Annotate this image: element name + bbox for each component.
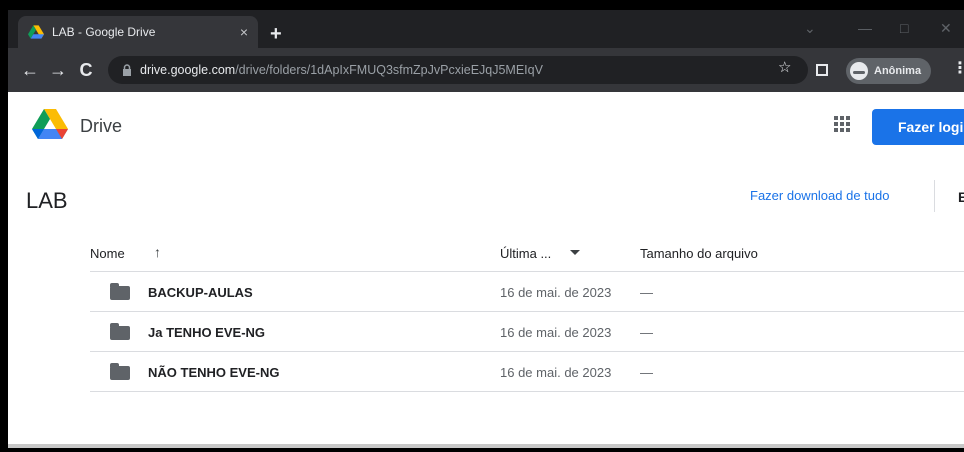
browser-toolbar: ← → C drive.google.com/drive/folders/1dA…	[8, 48, 964, 92]
folder-name[interactable]: Ja TENHO EVE-NG	[148, 325, 265, 340]
sort-up-arrow-icon[interactable]: ↑	[154, 244, 161, 260]
login-button[interactable]: Fazer login	[872, 109, 964, 145]
google-drive-icon	[28, 25, 44, 39]
table-header: Nome ↑ Última ... Tamanho do arquivo	[90, 232, 964, 272]
bookmark-star-icon[interactable]: ☆	[778, 58, 791, 76]
url-path: /drive/folders/1dApIxFMUQ3sfmZpJvPcxieEJ…	[235, 63, 543, 77]
new-tab-button[interactable]: +	[270, 24, 282, 44]
close-window-icon[interactable]: ✕	[940, 20, 952, 37]
modified-date: 16 de mai. de 2023	[500, 285, 612, 300]
folder-name[interactable]: NÃO TENHO EVE-NG	[148, 365, 279, 380]
maximize-icon[interactable]: □	[900, 20, 908, 36]
tab-search-icon[interactable]: ⌄	[804, 20, 816, 37]
file-table: Nome ↑ Última ... Tamanho do arquivo BAC…	[90, 232, 964, 392]
minimize-icon[interactable]: —	[858, 20, 872, 36]
column-name-header[interactable]: Nome	[90, 246, 125, 261]
file-size: —	[640, 325, 653, 340]
google-drive-logo[interactable]	[32, 109, 68, 139]
footer-bar	[8, 444, 964, 448]
incognito-icon	[850, 62, 868, 80]
profile-label: Anônima	[874, 65, 922, 77]
profile-incognito-button[interactable]: Anônima	[846, 58, 932, 84]
column-modified-header[interactable]: Última ...	[500, 246, 551, 261]
folder-title: LAB	[26, 188, 68, 213]
clipped-button-label[interactable]: E	[958, 189, 964, 205]
modified-date: 16 de mai. de 2023	[500, 365, 612, 380]
modified-date: 16 de mai. de 2023	[500, 325, 612, 340]
address-bar[interactable]: drive.google.com/drive/folders/1dApIxFMU…	[108, 56, 808, 84]
drive-header: Drive Fazer login	[8, 92, 964, 156]
forward-icon[interactable]: →	[44, 60, 72, 81]
back-icon[interactable]: ←	[16, 60, 44, 81]
folder-icon	[110, 363, 130, 380]
table-row[interactable]: Ja TENHO EVE-NG 16 de mai. de 2023 —	[90, 312, 964, 352]
folder-icon	[110, 323, 130, 340]
browser-titlebar: LAB - Google Drive × + ⌄ — □ ✕	[8, 10, 964, 48]
file-size: —	[640, 365, 653, 380]
download-all-link[interactable]: Fazer download de tudo	[750, 188, 889, 203]
folder-name[interactable]: BACKUP-AULAS	[148, 285, 253, 300]
drive-app-title: Drive	[80, 116, 123, 136]
tab-title: LAB - Google Drive	[52, 25, 156, 39]
divider	[934, 180, 935, 212]
apps-grid-icon[interactable]	[834, 116, 850, 132]
table-row[interactable]: NÃO TENHO EVE-NG 16 de mai. de 2023 —	[90, 352, 964, 392]
file-size: —	[640, 285, 653, 300]
folder-icon	[110, 283, 130, 300]
close-tab-icon[interactable]: ×	[240, 25, 248, 39]
table-row[interactable]: BACKUP-AULAS 16 de mai. de 2023 —	[90, 272, 964, 312]
column-size-header: Tamanho do arquivo	[640, 246, 758, 261]
browser-menu-icon[interactable]: ⋮	[952, 58, 964, 78]
caret-down-icon[interactable]	[570, 250, 580, 255]
lock-icon	[123, 64, 131, 76]
side-panel-icon[interactable]	[816, 64, 828, 76]
browser-tab[interactable]: LAB - Google Drive ×	[18, 16, 258, 48]
reload-icon[interactable]: C	[72, 60, 100, 81]
drive-page: Drive Fazer login LAB Fazer download de …	[8, 92, 964, 448]
url-host: drive.google.com	[140, 63, 236, 77]
